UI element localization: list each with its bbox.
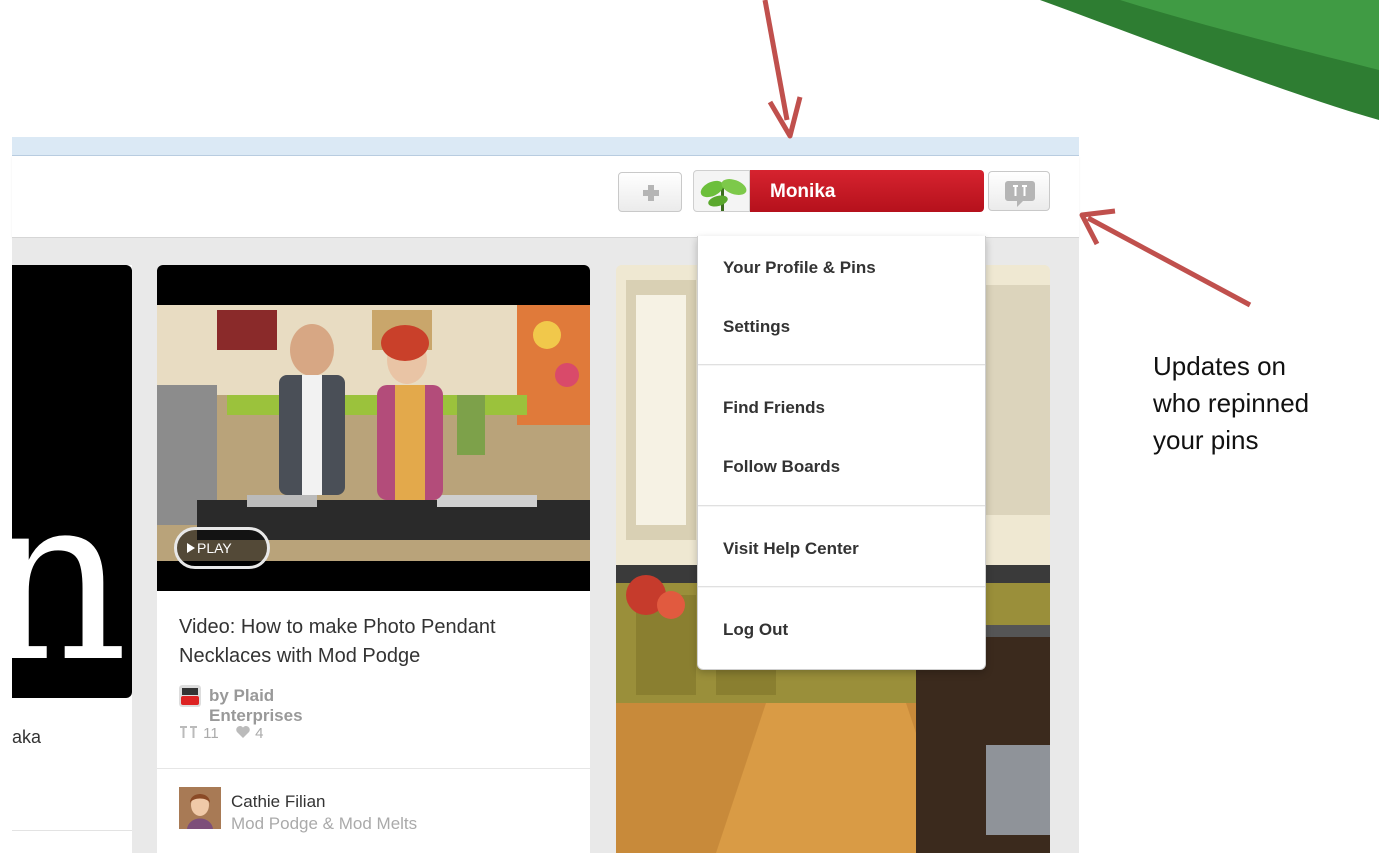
menu-item-follow-boards[interactable]: Follow Boards xyxy=(723,457,840,477)
menu-item-settings[interactable]: Settings xyxy=(723,317,790,337)
menu-item-log-out[interactable]: Log Out xyxy=(723,620,788,640)
pinner-photo xyxy=(179,787,221,829)
pin-caption: aka xyxy=(12,727,42,747)
browser-strip xyxy=(12,137,1079,156)
play-label: PLAY xyxy=(197,540,232,556)
like-count: 4 xyxy=(255,725,264,742)
annotation-line: your pins xyxy=(1153,425,1259,455)
pin-card-left[interactable]: n aka xyxy=(0,265,132,853)
notification-pin-icon xyxy=(1005,181,1035,207)
arrow-down xyxy=(762,0,803,139)
menu-item-find-friends[interactable]: Find Friends xyxy=(723,398,825,418)
menu-separator xyxy=(698,364,985,366)
repin-count: 11 xyxy=(203,725,219,742)
user-name: Monika xyxy=(770,181,836,202)
avatar xyxy=(693,170,750,212)
add-pin-button[interactable] xyxy=(618,172,682,212)
arrow-left xyxy=(1079,208,1252,308)
repin-icon xyxy=(180,726,197,738)
divider xyxy=(157,768,590,769)
heart-icon xyxy=(236,726,250,738)
pinner-name[interactable]: Cathie Filian xyxy=(231,792,326,812)
plus-icon xyxy=(643,185,659,201)
annotation-line: Updates on xyxy=(1153,351,1286,381)
notifications-button[interactable] xyxy=(988,171,1050,211)
pin-image[interactable]: n xyxy=(0,265,132,698)
pinner-avatar[interactable] xyxy=(179,787,221,829)
user-menu-button[interactable]: Monika xyxy=(693,170,984,212)
play-icon xyxy=(187,543,195,553)
pin-title[interactable]: Video: How to make Photo Pendant Necklac… xyxy=(179,613,579,671)
annotation-text: Updates on who repinned your pins xyxy=(1153,348,1309,459)
menu-separator xyxy=(698,586,985,588)
pinner-board[interactable]: Mod Podge & Mod Melts xyxy=(231,814,417,834)
pin-stats: 11 4 xyxy=(179,725,263,742)
annotation-line: who repinned xyxy=(1153,388,1310,418)
divider xyxy=(12,830,132,831)
source-label: by Plaid Enterprises xyxy=(209,686,303,725)
user-name-box[interactable]: Monika xyxy=(750,170,984,212)
pin-card-video[interactable]: PLAY Video: How to make Photo Pendant Ne… xyxy=(157,265,590,853)
user-dropdown-menu: Your Profile & Pins Settings Find Friend… xyxy=(697,236,986,670)
youtube-icon xyxy=(179,685,201,707)
avatar-plant-icon xyxy=(700,179,747,211)
menu-item-profile[interactable]: Your Profile & Pins xyxy=(723,258,876,278)
menu-item-help-center[interactable]: Visit Help Center xyxy=(723,539,859,559)
play-button[interactable]: PLAY xyxy=(174,527,270,569)
pin-image-letter: n xyxy=(0,446,129,713)
video-thumbnail[interactable]: PLAY xyxy=(157,265,590,591)
menu-separator xyxy=(698,505,985,507)
